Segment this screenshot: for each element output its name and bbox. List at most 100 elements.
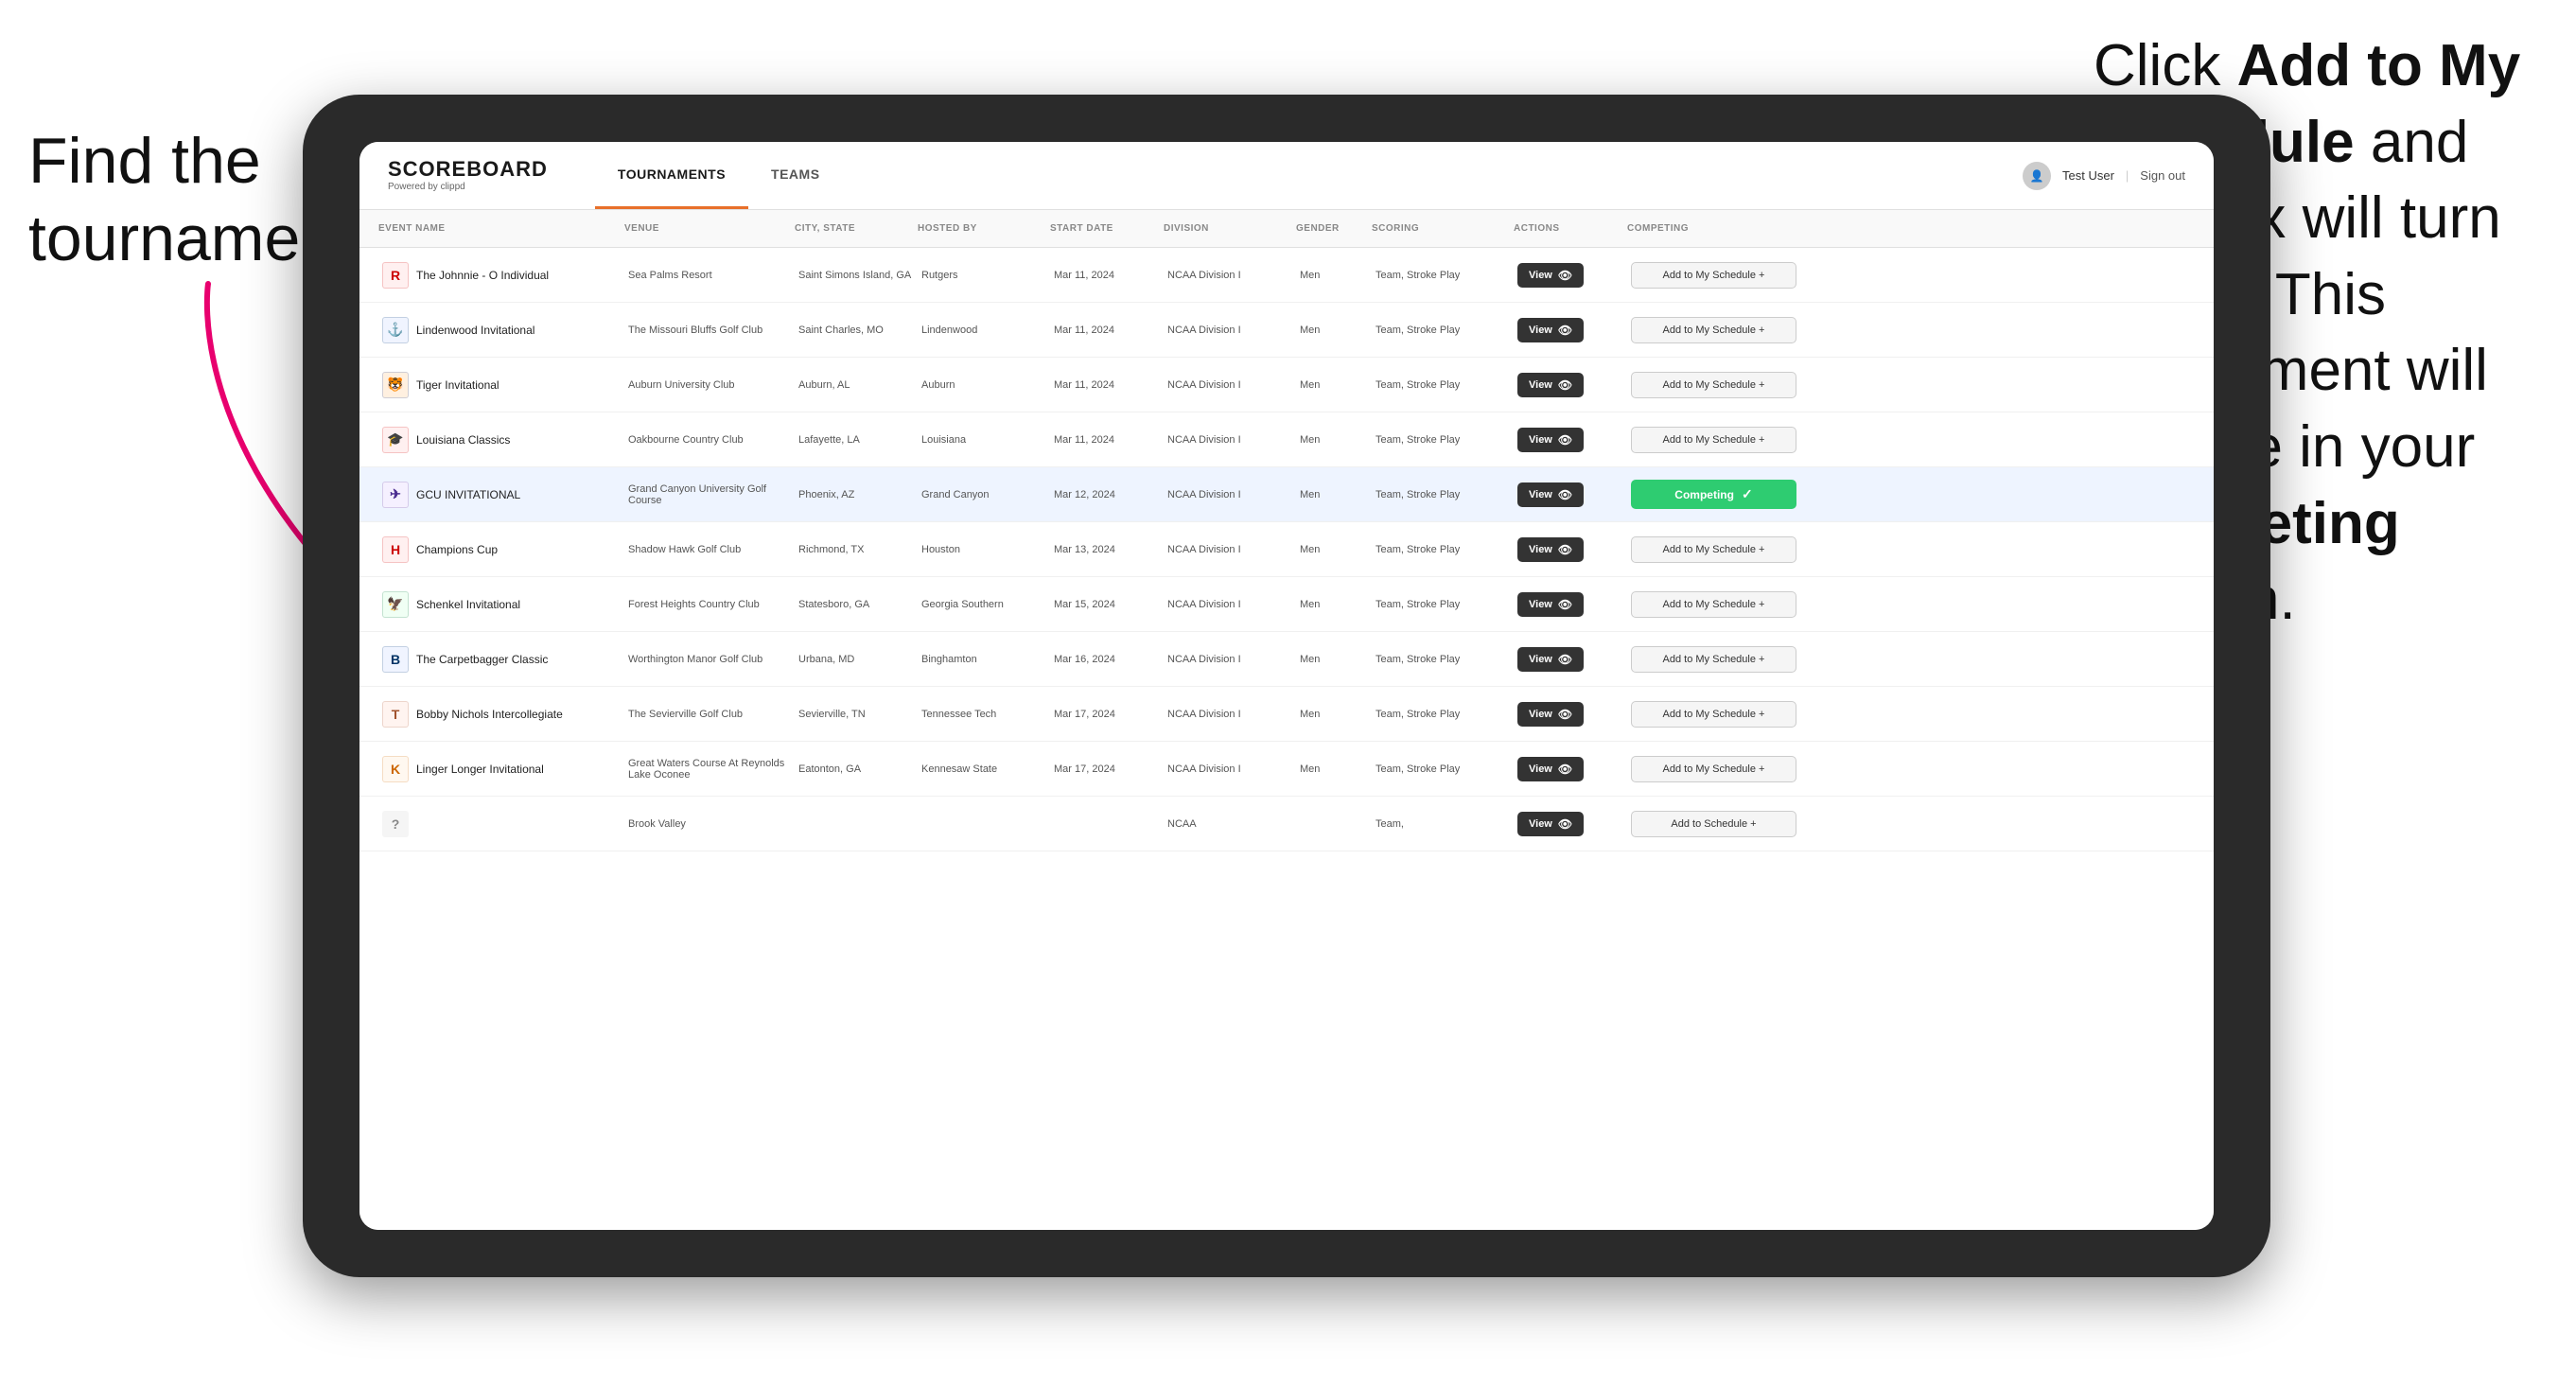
- eye-icon: 👁: [1558, 269, 1572, 282]
- table-row: 🦅 Schenkel Invitational Forest Heights C…: [359, 577, 2214, 632]
- hosted-by-cell: Rutgers: [918, 264, 1050, 287]
- table-row: K Linger Longer Invitational Great Water…: [359, 742, 2214, 797]
- left-instruction: Find the tournament.: [28, 123, 331, 277]
- view-button[interactable]: View 👁: [1517, 263, 1584, 288]
- add-to-schedule-button[interactable]: Add to My Schedule +: [1631, 591, 1796, 618]
- eye-icon: 👁: [1558, 324, 1572, 337]
- col-gender: GENDER: [1296, 223, 1372, 234]
- city-cell: Urbana, MD: [795, 648, 918, 671]
- gender-cell: Men: [1296, 429, 1372, 451]
- tablet-screen: SCOREBOARD Powered by clippd TOURNAMENTS…: [359, 142, 2214, 1230]
- scoring-cell: Team, Stroke Play: [1372, 483, 1514, 506]
- table-row: H Champions Cup Shadow Hawk Golf Club Ri…: [359, 522, 2214, 577]
- city-cell: Saint Charles, MO: [795, 319, 918, 342]
- division-cell: NCAA Division I: [1164, 429, 1296, 451]
- table-row: T Bobby Nichols Intercollegiate The Sevi…: [359, 687, 2214, 742]
- tab-teams[interactable]: TEAMS: [748, 142, 843, 209]
- hosted-by-cell: Lindenwood: [918, 319, 1050, 342]
- event-name: Louisiana Classics: [416, 433, 510, 447]
- add-to-schedule-button[interactable]: Add to My Schedule +: [1631, 262, 1796, 289]
- scoring-cell: Team, Stroke Play: [1372, 319, 1514, 342]
- division-cell: NCAA Division I: [1164, 703, 1296, 726]
- view-button[interactable]: View 👁: [1517, 318, 1584, 342]
- venue-cell: The Sevierville Golf Club: [624, 703, 795, 726]
- hosted-by-cell: [918, 818, 1050, 830]
- view-button[interactable]: View 👁: [1517, 537, 1584, 562]
- table-row: 🐯 Tiger Invitational Auburn University C…: [359, 358, 2214, 412]
- eye-icon: 👁: [1558, 378, 1572, 392]
- date-cell: Mar 11, 2024: [1050, 264, 1164, 287]
- gender-cell: Men: [1296, 319, 1372, 342]
- add-to-schedule-button[interactable]: Add to My Schedule +: [1631, 536, 1796, 563]
- event-name: Tiger Invitational: [416, 378, 499, 392]
- tablet-frame: SCOREBOARD Powered by clippd TOURNAMENTS…: [303, 95, 2270, 1277]
- event-name: The Johnnie - O Individual: [416, 269, 549, 282]
- division-cell: NCAA: [1164, 813, 1296, 835]
- add-to-schedule-button[interactable]: Add to Schedule +: [1631, 811, 1796, 837]
- event-cell: ⚓ Lindenwood Invitational: [378, 311, 624, 349]
- city-cell: Auburn, AL: [795, 374, 918, 396]
- add-to-schedule-button[interactable]: Add to My Schedule +: [1631, 372, 1796, 398]
- gender-cell: Men: [1296, 758, 1372, 781]
- table-row: R The Johnnie - O Individual Sea Palms R…: [359, 248, 2214, 303]
- venue-cell: Forest Heights Country Club: [624, 593, 795, 616]
- city-cell: [795, 818, 918, 830]
- competing-button[interactable]: Competing ✓: [1631, 480, 1796, 509]
- col-division: DIVISION: [1164, 223, 1296, 234]
- eye-icon: 👁: [1558, 488, 1572, 501]
- competing-cell: Add to My Schedule +: [1627, 256, 1816, 294]
- sign-out-link[interactable]: Sign out: [2140, 168, 2185, 183]
- col-scoring: SCORING: [1372, 223, 1514, 234]
- nav-tabs: TOURNAMENTS TEAMS: [595, 142, 843, 209]
- add-schedule-label: Add to My Schedule +: [1663, 763, 1765, 775]
- scoring-cell: Team, Stroke Play: [1372, 648, 1514, 671]
- gender-cell: Men: [1296, 593, 1372, 616]
- venue-cell: Shadow Hawk Golf Club: [624, 538, 795, 561]
- competing-label: Competing: [1674, 488, 1734, 501]
- tab-tournaments[interactable]: TOURNAMENTS: [595, 142, 748, 209]
- view-button[interactable]: View 👁: [1517, 373, 1584, 397]
- view-button[interactable]: View 👁: [1517, 702, 1584, 727]
- venue-cell: Great Waters Course At Reynolds Lake Oco…: [624, 752, 795, 786]
- col-city-state: CITY, STATE: [795, 223, 918, 234]
- col-venue: VENUE: [624, 223, 795, 234]
- city-cell: Sevierville, TN: [795, 703, 918, 726]
- event-cell: R The Johnnie - O Individual: [378, 256, 624, 294]
- add-to-schedule-button[interactable]: Add to My Schedule +: [1631, 646, 1796, 673]
- date-cell: Mar 17, 2024: [1050, 758, 1164, 781]
- venue-cell: The Missouri Bluffs Golf Club: [624, 319, 795, 342]
- hosted-by-cell: Auburn: [918, 374, 1050, 396]
- table-row: ⚓ Lindenwood Invitational The Missouri B…: [359, 303, 2214, 358]
- school-logo: 🐯: [382, 372, 409, 398]
- view-button[interactable]: View 👁: [1517, 428, 1584, 452]
- table-container: EVENT NAME VENUE CITY, STATE HOSTED BY S…: [359, 210, 2214, 1230]
- action-cell: View 👁: [1514, 422, 1627, 458]
- scoring-cell: Team, Stroke Play: [1372, 538, 1514, 561]
- add-schedule-label: Add to My Schedule +: [1663, 325, 1765, 336]
- app-header: SCOREBOARD Powered by clippd TOURNAMENTS…: [359, 142, 2214, 210]
- view-button[interactable]: View 👁: [1517, 647, 1584, 672]
- competing-cell: Add to My Schedule +: [1627, 586, 1816, 623]
- table-row: B The Carpetbagger Classic Worthington M…: [359, 632, 2214, 687]
- add-to-schedule-button[interactable]: Add to My Schedule +: [1631, 427, 1796, 453]
- add-schedule-label: Add to My Schedule +: [1663, 709, 1765, 720]
- competing-cell: Add to Schedule +: [1627, 805, 1816, 843]
- division-cell: NCAA Division I: [1164, 593, 1296, 616]
- city-cell: Eatonton, GA: [795, 758, 918, 781]
- view-button[interactable]: View 👁: [1517, 812, 1584, 836]
- view-button[interactable]: View 👁: [1517, 482, 1584, 507]
- venue-cell: Grand Canyon University Golf Course: [624, 478, 795, 512]
- view-button[interactable]: View 👁: [1517, 592, 1584, 617]
- competing-cell: Add to My Schedule +: [1627, 695, 1816, 733]
- hosted-by-cell: Houston: [918, 538, 1050, 561]
- add-to-schedule-button[interactable]: Add to My Schedule +: [1631, 701, 1796, 728]
- competing-cell: Add to My Schedule +: [1627, 311, 1816, 349]
- view-button[interactable]: View 👁: [1517, 757, 1584, 781]
- eye-icon: 👁: [1558, 543, 1572, 556]
- competing-cell: Competing ✓: [1627, 474, 1816, 515]
- add-to-schedule-button[interactable]: Add to My Schedule +: [1631, 317, 1796, 343]
- add-to-schedule-button[interactable]: Add to My Schedule +: [1631, 756, 1796, 782]
- city-cell: Lafayette, LA: [795, 429, 918, 451]
- date-cell: Mar 11, 2024: [1050, 319, 1164, 342]
- event-name: Lindenwood Invitational: [416, 324, 534, 337]
